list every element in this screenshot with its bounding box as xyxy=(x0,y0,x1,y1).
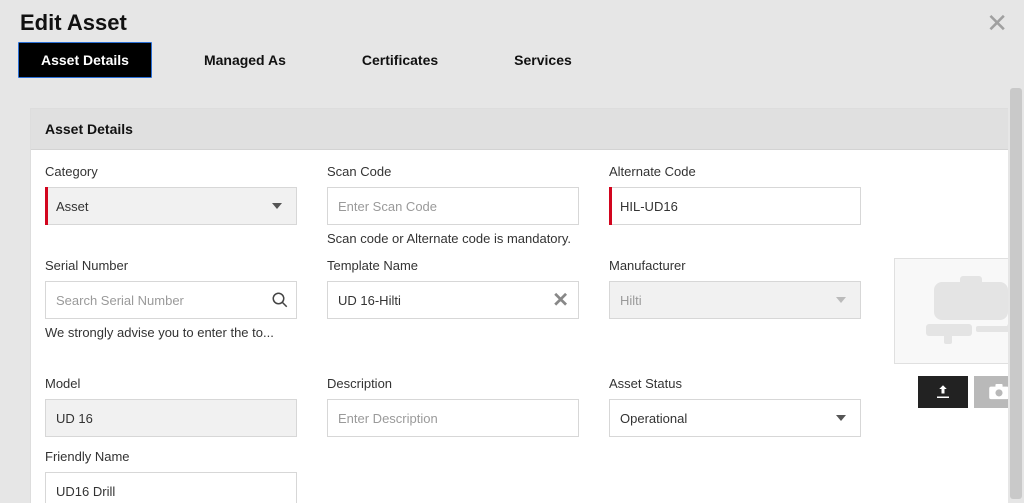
model-label: Model xyxy=(45,376,297,391)
status-value: Operational xyxy=(620,411,687,426)
description-label: Description xyxy=(327,376,579,391)
status-select[interactable]: Operational xyxy=(609,399,861,437)
tab-services[interactable]: Services xyxy=(490,42,596,78)
tab-managed-as[interactable]: Managed As xyxy=(180,42,310,78)
scrollbar-thumb[interactable] xyxy=(1010,88,1022,499)
manufacturer-label: Manufacturer xyxy=(609,258,861,273)
asset-image-placeholder xyxy=(894,258,1024,364)
description-input[interactable] xyxy=(327,399,579,437)
close-icon[interactable]: ✕ xyxy=(986,10,1008,36)
tab-certificates[interactable]: Certificates xyxy=(338,42,462,78)
serial-label: Serial Number xyxy=(45,258,297,273)
friendly-input[interactable] xyxy=(45,472,297,503)
dialog-header: Edit Asset ✕ xyxy=(0,0,1024,42)
edit-asset-dialog: Edit Asset ✕ Asset Details Managed As Ce… xyxy=(0,0,1024,503)
dialog-title: Edit Asset xyxy=(20,10,127,36)
serial-hint: We strongly advise you to enter the to..… xyxy=(45,325,297,340)
tab-asset-details[interactable]: Asset Details xyxy=(18,42,152,78)
scan-code-hint: Scan code or Alternate code is mandatory… xyxy=(327,231,579,246)
alt-code-label: Alternate Code xyxy=(609,164,861,179)
model-input[interactable] xyxy=(45,399,297,437)
serial-input[interactable] xyxy=(45,281,297,319)
vertical-scrollbar[interactable] xyxy=(1008,0,1024,503)
template-label: Template Name xyxy=(327,258,579,273)
upload-image-button[interactable] xyxy=(918,376,968,408)
chevron-down-icon xyxy=(836,297,846,303)
manufacturer-value: Hilti xyxy=(620,293,642,308)
clear-icon[interactable]: ✕ xyxy=(552,288,569,313)
category-select[interactable]: Asset xyxy=(45,187,297,225)
status-label: Asset Status xyxy=(609,376,861,391)
manufacturer-select[interactable]: Hilti xyxy=(609,281,861,319)
chevron-down-icon xyxy=(272,203,282,209)
template-input[interactable] xyxy=(327,281,579,319)
panel-title: Asset Details xyxy=(31,109,1024,150)
friendly-label: Friendly Name xyxy=(45,449,297,464)
search-icon[interactable] xyxy=(271,291,289,309)
scan-code-input[interactable] xyxy=(327,187,579,225)
asset-details-panel: Asset Details Category Asset xyxy=(30,108,1024,503)
tab-bar: Asset Details Managed As Certificates Se… xyxy=(0,42,1024,78)
alt-code-input[interactable] xyxy=(609,187,861,225)
scan-code-label: Scan Code xyxy=(327,164,579,179)
category-label: Category xyxy=(45,164,297,179)
category-value: Asset xyxy=(56,199,89,214)
chevron-down-icon xyxy=(836,415,846,421)
